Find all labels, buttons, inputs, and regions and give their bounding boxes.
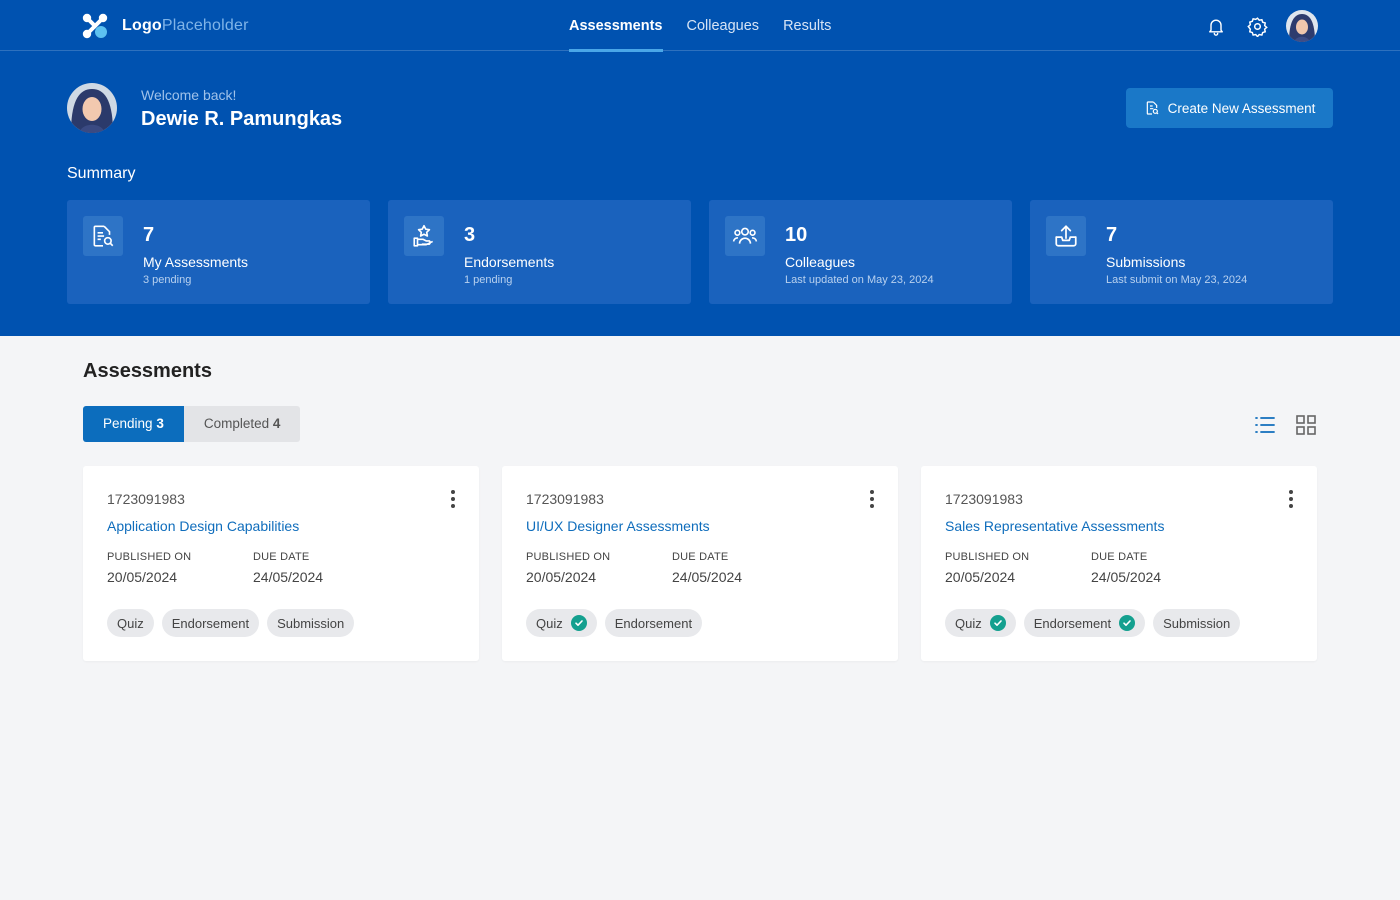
tag-chip: Quiz [945,609,1016,637]
tag-list: Quiz Endorsement Submission [107,609,362,637]
hero-header: LogoPlaceholder Assessments Colleagues R… [0,0,1400,336]
logo[interactable]: LogoPlaceholder [82,13,249,39]
logo-mark-icon [82,13,108,39]
tag-list: Quiz Endorsement [526,609,710,637]
endorsement-hand-star-icon [404,216,444,256]
stat-label: My Assessments [143,254,249,270]
due-label: DUE DATE [1091,551,1148,563]
published-block: PUBLISHED ON 20/05/2024 [526,551,610,585]
header-actions [1204,10,1318,42]
stat-label: Colleagues [785,254,856,270]
stat-card-endorsements[interactable]: 3 Endorsements 1 pending [388,200,691,304]
gear-icon[interactable] [1245,14,1269,38]
stat-value: 3 [464,224,476,246]
stat-card-submissions[interactable]: 7 Submissions Last submit on May 23, 202… [1030,200,1333,304]
due-date: 24/05/2024 [672,569,743,585]
published-date: 20/05/2024 [107,569,178,585]
stat-sub: Last updated on May 23, 2024 [785,274,934,286]
nav-results[interactable]: Results [783,0,831,51]
welcome-block: Welcome back! Dewie R. Pamungkas [141,87,342,131]
assessment-title-link[interactable]: Application Design Capabilities [107,518,299,534]
published-label: PUBLISHED ON [945,551,1030,563]
published-label: PUBLISHED ON [526,551,611,563]
top-navbar: LogoPlaceholder Assessments Colleagues R… [0,0,1400,52]
check-icon [989,615,1006,631]
create-assessment-button[interactable]: Create New Assessment [1126,88,1333,128]
view-toggle [1235,414,1317,436]
due-date: 24/05/2024 [1091,569,1162,585]
due-block: DUE DATE 24/05/2024 [672,551,742,585]
tab-pending[interactable]: Pending 3 [83,406,184,442]
tag-chip: Submission [267,609,355,637]
assessment-search-icon [83,216,123,256]
assessment-id: 1723091983 [526,491,604,507]
published-block: PUBLISHED ON 20/05/2024 [107,551,191,585]
tag-chip: Submission [1153,609,1241,637]
welcome-greeting: Welcome back! [141,87,237,103]
create-assessment-label: Create New Assessment [1167,100,1316,116]
due-label: DUE DATE [253,551,310,563]
check-icon [1119,615,1136,631]
new-document-icon [1146,101,1159,115]
stat-value: 7 [1106,224,1118,246]
nav-assessments[interactable]: Assessments [569,0,663,52]
tag-chip: Quiz [526,609,597,637]
main-nav: Assessments Colleagues Results [569,0,855,52]
tab-completed[interactable]: Completed 4 [183,406,301,442]
published-date: 20/05/2024 [945,569,1016,585]
upload-tray-icon [1046,216,1086,256]
stat-card-assessments[interactable]: 7 My Assessments 3 pending [67,200,370,304]
tag-chip: Endorsement [161,609,260,637]
due-block: DUE DATE 24/05/2024 [1091,551,1161,585]
assessment-title-link[interactable]: Sales Representative Assessments [945,518,1164,534]
tag-chip: Endorsement [604,609,703,637]
stat-value: 10 [785,224,808,246]
check-icon [570,615,587,631]
status-tabs: Pending 3 Completed 4 [83,406,1317,442]
assessment-id: 1723091983 [107,491,185,507]
due-date: 24/05/2024 [253,569,324,585]
more-options-icon[interactable] [1283,488,1299,510]
grid-view-icon[interactable] [1295,414,1317,436]
stat-card-colleagues[interactable]: 10 Colleagues Last updated on May 23, 20… [709,200,1012,304]
due-label: DUE DATE [672,551,729,563]
stat-value: 7 [143,224,155,246]
people-group-icon [725,216,765,256]
assessment-id: 1723091983 [945,491,1023,507]
bell-icon[interactable] [1204,14,1228,38]
logo-text: LogoPlaceholder [122,17,249,34]
user-avatar[interactable] [1286,10,1318,42]
assessment-card[interactable]: 1723091983 Application Design Capabiliti… [83,466,479,661]
published-block: PUBLISHED ON 20/05/2024 [945,551,1029,585]
nav-colleagues[interactable]: Colleagues [687,0,760,51]
tag-chip: Quiz [107,609,154,637]
due-block: DUE DATE 24/05/2024 [253,551,323,585]
more-options-icon[interactable] [864,488,880,510]
list-view-icon[interactable] [1254,414,1276,436]
stat-label: Endorsements [464,254,555,270]
published-date: 20/05/2024 [526,569,597,585]
assessment-card[interactable]: 1723091983 Sales Representative Assessme… [921,466,1317,661]
published-label: PUBLISHED ON [107,551,192,563]
stat-sub: Last submit on May 23, 2024 [1106,274,1248,286]
section-title: Assessments [83,360,212,382]
profile-avatar [67,83,117,133]
assessment-title-link[interactable]: UI/UX Designer Assessments [526,518,710,534]
tag-chip: Endorsement [1023,609,1146,637]
stat-sub: 3 pending [143,274,192,286]
summary-cards: 7 My Assessments 3 pending 3 Endorsement… [67,200,1333,304]
assessments-section: Assessments Pending 3 Completed 4 172309… [83,360,1317,661]
assessment-card[interactable]: 1723091983 UI/UX Designer Assessments PU… [502,466,898,661]
tag-list: Quiz Endorsement Submission [945,609,1248,637]
stat-sub: 1 pending [464,274,513,286]
summary-title: Summary [67,165,136,182]
stat-label: Submissions [1106,254,1186,270]
user-name: Dewie R. Pamungkas [141,108,343,130]
more-options-icon[interactable] [445,488,461,510]
assessment-cards: 1723091983 Application Design Capabiliti… [83,466,1317,661]
